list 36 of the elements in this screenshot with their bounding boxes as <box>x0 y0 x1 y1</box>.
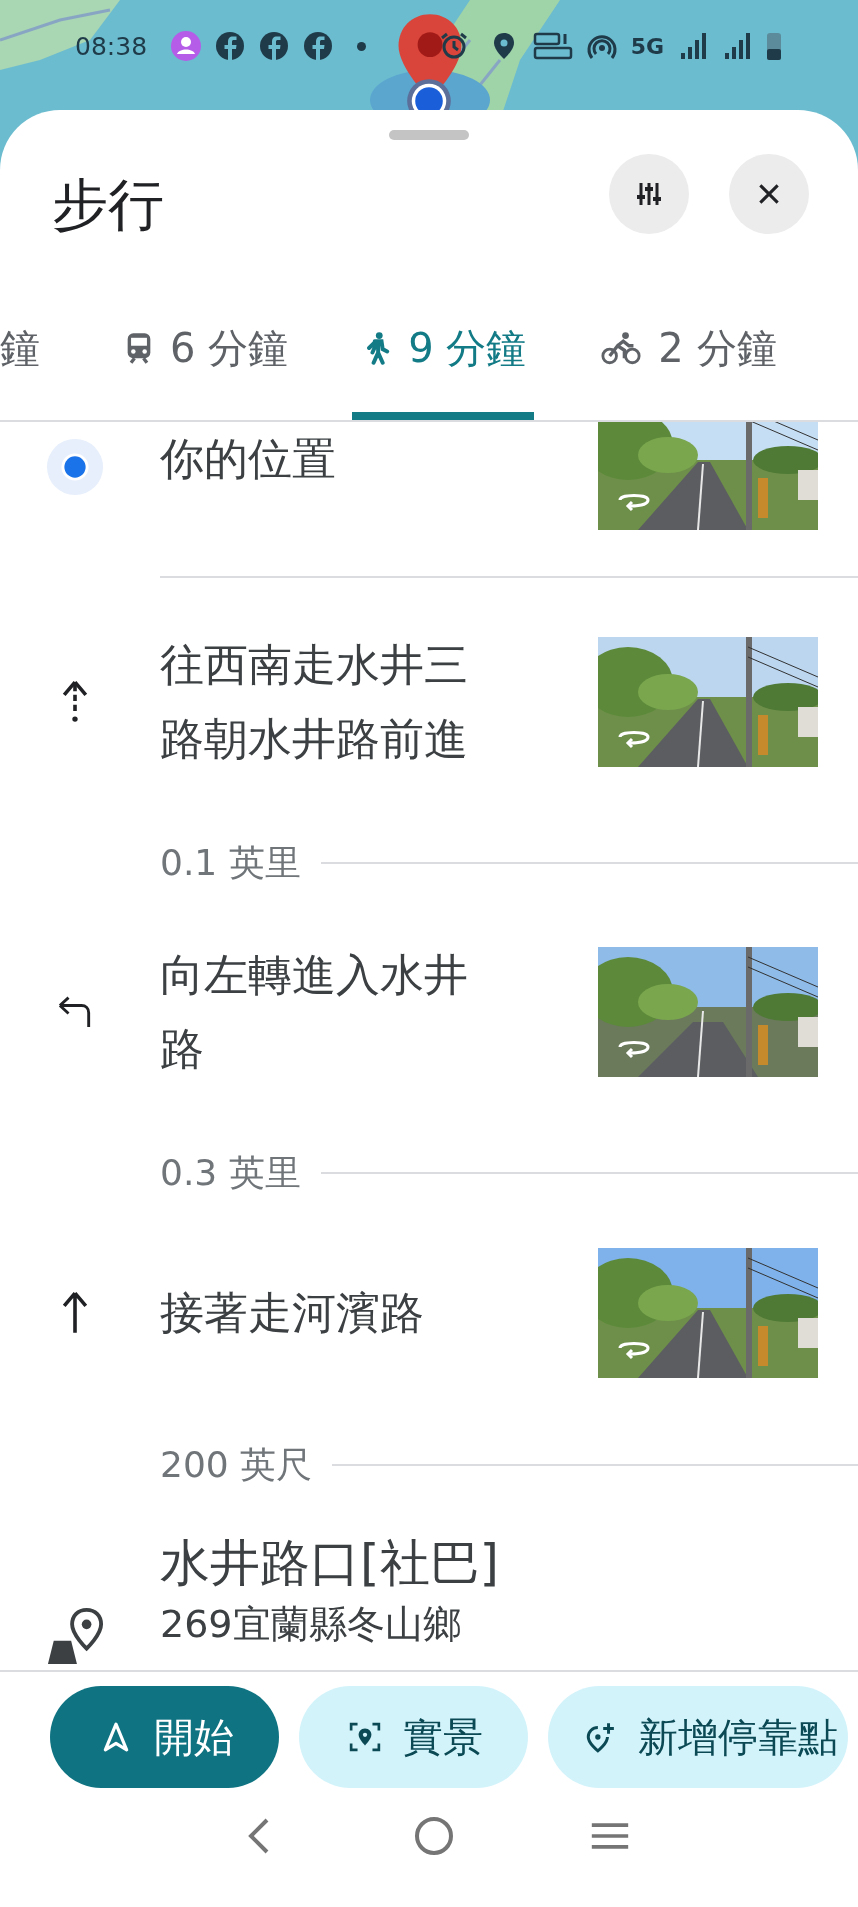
signal-icon <box>678 31 708 61</box>
signal-icon <box>722 31 752 61</box>
app-notification-icon <box>259 31 290 61</box>
travel-mode-tab[interactable]: 9 分鐘 <box>352 248 535 420</box>
location-scan-icon <box>348 1721 381 1753</box>
home-icon[interactable] <box>414 1816 454 1856</box>
step-instruction: 你的位置 <box>160 432 337 486</box>
drag-handle[interactable] <box>389 130 469 140</box>
avatar-icon <box>171 31 202 61</box>
network-label: 5G <box>630 33 664 59</box>
transit-stop-icon <box>46 1606 104 1664</box>
sheet-title: 步行 <box>52 171 165 239</box>
close-icon <box>756 181 782 207</box>
step-instruction: 向左轉進入水井 路 <box>160 948 469 1076</box>
travel-mode-tab[interactable]: 鐘 <box>0 248 48 420</box>
stop-address: 269宜蘭縣冬山鄉 <box>160 1601 462 1648</box>
action-button[interactable]: 新增停靠點 <box>548 1686 848 1788</box>
action-button[interactable]: 開始 <box>50 1686 279 1788</box>
app-notification-icon <box>303 31 334 61</box>
step-instruction: 往西南走水井三 路朝水井路前進 <box>160 638 469 766</box>
action-button[interactable]: 實景 <box>299 1686 528 1788</box>
add-location-icon <box>584 1721 616 1753</box>
battery-icon <box>766 31 782 61</box>
travel-mode-tab[interactable]: 2 分鐘 <box>590 248 785 420</box>
location-dot-icon <box>46 438 104 496</box>
stop-name: 水井路口[社巴] <box>160 1533 499 1594</box>
more-dot-icon <box>357 41 367 51</box>
distance-label: 200 英尺 <box>160 1442 313 1487</box>
volte-icon <box>532 31 573 61</box>
distance-label: 0.3 英里 <box>160 1150 301 1195</box>
alarm-icon <box>438 31 469 61</box>
step-instruction: 接著走河濱路 <box>160 1286 425 1340</box>
travel-mode-tab[interactable]: 6 分鐘 <box>114 248 297 420</box>
app-notification-icon <box>215 31 246 61</box>
status-time: 08:38 <box>75 31 148 61</box>
distance-label: 0.1 英里 <box>160 840 301 885</box>
